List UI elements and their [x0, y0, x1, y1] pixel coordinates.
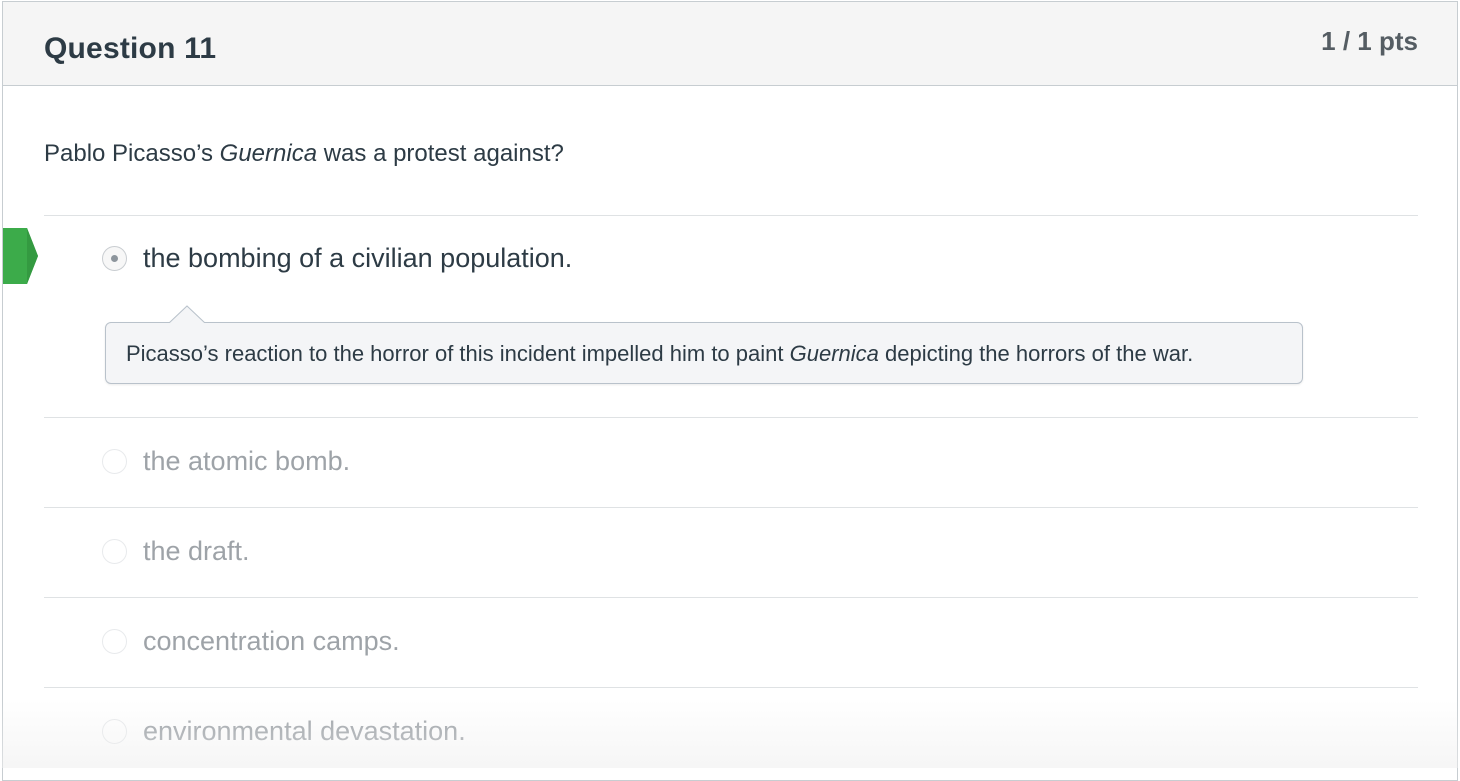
radio-unselected-icon[interactable] — [102, 719, 127, 744]
answer-comment: Picasso’s reaction to the horror of this… — [105, 305, 1303, 384]
correct-answer-flag-icon — [3, 228, 39, 289]
question-header: Question 11 1 / 1 pts — [3, 2, 1457, 86]
comment-text-after: depicting the horrors of the war. — [878, 341, 1194, 366]
radio-unselected-icon[interactable] — [102, 539, 127, 564]
answer-option[interactable]: concentration camps. — [44, 597, 1418, 687]
question-title: Question 11 — [44, 32, 217, 65]
answer-option[interactable]: the atomic bomb. — [44, 417, 1418, 507]
comment-pointer — [166, 305, 208, 330]
answer-label: environmental devastation. — [143, 716, 466, 746]
answer-option[interactable]: the draft. — [44, 507, 1418, 597]
answer-option-correct[interactable]: the bombing of a civilian population. Pi… — [3, 215, 1418, 417]
radio-dot — [111, 255, 118, 262]
answer-label: the bombing of a civilian population. — [143, 243, 573, 273]
answer-option[interactable]: environmental devastation. — [44, 687, 1418, 777]
question-text-emphasis: Guernica — [219, 140, 318, 167]
question-text-before: Pablo Picasso’s — [44, 140, 220, 167]
question-points: 1 / 1 pts — [1321, 26, 1418, 56]
question-text-after: was a protest against? — [317, 140, 564, 167]
answer-label: concentration camps. — [143, 626, 400, 656]
comment-text-before: Picasso’s reaction to the horror of this… — [126, 341, 790, 366]
answer-list: the bombing of a civilian population. Pi… — [3, 215, 1418, 777]
radio-unselected-icon[interactable] — [102, 629, 127, 654]
radio-unselected-icon[interactable] — [102, 449, 127, 474]
radio-selected-icon[interactable] — [102, 246, 127, 271]
comment-text-emphasis: Guernica — [789, 341, 879, 366]
comment-text: Picasso’s reaction to the horror of this… — [126, 341, 1193, 367]
question-text: Pablo Picasso’s Guernica was a protest a… — [44, 140, 564, 168]
answer-label: the draft. — [143, 536, 250, 566]
question-card: Question 11 1 / 1 pts Pablo Picasso’s Gu… — [2, 1, 1458, 781]
answer-label: the atomic bomb. — [143, 446, 351, 476]
